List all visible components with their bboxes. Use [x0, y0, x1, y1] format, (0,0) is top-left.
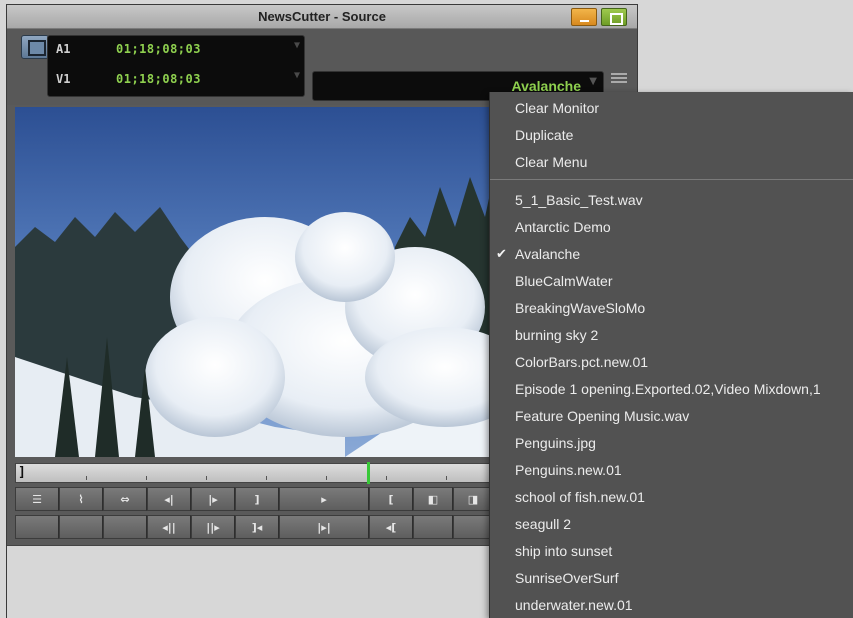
overwrite-button[interactable]: ◨ — [453, 487, 493, 511]
chevron-down-icon[interactable]: ▼ — [294, 70, 300, 81]
menu-item-clip[interactable]: Episode 1 opening.Exported.02,Video Mixd… — [490, 376, 853, 402]
empty-button[interactable] — [59, 515, 103, 539]
tick-mark — [146, 476, 147, 480]
menu-item-clip[interactable]: Penguins.jpg — [490, 430, 853, 456]
window-title: NewsCutter - Source — [258, 9, 386, 24]
go-to-out-button[interactable]: ]◂ — [235, 515, 279, 539]
empty-button[interactable] — [103, 515, 147, 539]
link-button[interactable]: ⌇ — [59, 487, 103, 511]
tick-mark — [206, 476, 207, 480]
title-bar[interactable]: NewsCutter - Source — [7, 5, 637, 29]
step-forward-button[interactable]: |▸ — [191, 487, 235, 511]
menu-item-clip[interactable]: BlueCalmWater — [490, 268, 853, 294]
play-button[interactable]: ▸ — [279, 487, 369, 511]
match-frame-button[interactable]: ⇔ — [103, 487, 147, 511]
menu-item-clip[interactable]: 5_1_Basic_Test.wav — [490, 187, 853, 213]
menu-separator — [490, 179, 853, 180]
menu-item-clip[interactable]: school of fish.new.01 — [490, 484, 853, 510]
minimize-icon[interactable] — [571, 8, 597, 26]
tick-mark — [86, 476, 87, 480]
splice-button[interactable]: ◧ — [413, 487, 453, 511]
maximize-icon[interactable] — [601, 8, 627, 26]
menu-item-clip-checked[interactable]: ✔ Avalanche — [490, 241, 853, 267]
empty-button[interactable] — [453, 515, 493, 539]
chevron-down-icon[interactable]: ▼ — [294, 40, 300, 51]
chevron-down-icon: ▼ — [589, 76, 597, 87]
mark-in-button[interactable]: [ — [369, 487, 413, 511]
menu-item-clip[interactable]: burning sky 2 — [490, 322, 853, 348]
desktop: NewsCutter - Source A1 01;18;08;03 ▼ V1 … — [0, 0, 853, 618]
playhead[interactable] — [367, 462, 370, 484]
mark-out-button[interactable]: ] — [235, 487, 279, 511]
menu-item-clear-monitor[interactable]: Clear Monitor — [490, 95, 853, 121]
menu-item-clip[interactable]: underwater.new.01 — [490, 592, 853, 618]
step-back-10-button[interactable]: ◂|| — [147, 515, 191, 539]
timecode-value: 01;18;08;03 — [116, 42, 201, 56]
monitor-icon[interactable] — [21, 35, 49, 59]
empty-button[interactable] — [413, 515, 453, 539]
hamburger-menu-icon[interactable] — [611, 73, 627, 87]
checkmark-icon: ✔ — [496, 246, 507, 261]
track-label: A1 — [56, 42, 71, 56]
menu-item-clip[interactable]: seagull 2 — [490, 511, 853, 537]
tick-mark — [326, 476, 327, 480]
menu-item-clip[interactable]: ship into sunset — [490, 538, 853, 564]
menu-item-clip[interactable]: Penguins.new.01 — [490, 457, 853, 483]
menu-item-clip[interactable]: SunriseOverSurf — [490, 565, 853, 591]
empty-button[interactable] — [15, 515, 59, 539]
menu-item-clip[interactable]: Feature Opening Music.wav — [490, 403, 853, 429]
go-to-in-button[interactable]: ◂[ — [369, 515, 413, 539]
toggle-source-button[interactable]: ☰ — [15, 487, 59, 511]
timecode-display: A1 01;18;08;03 ▼ V1 01;18;08;03 ▼ — [47, 35, 305, 97]
menu-item-clip[interactable]: Antarctic Demo — [490, 214, 853, 240]
menu-item-duplicate[interactable]: Duplicate — [490, 122, 853, 148]
menu-item-label: Avalanche — [515, 246, 581, 262]
clip-menu-dropdown: Clear Monitor Duplicate Clear Menu 5_1_B… — [489, 92, 853, 618]
play-in-out-button[interactable]: |▸| — [279, 515, 369, 539]
tick-mark — [386, 476, 387, 480]
mark-in-icon: ] — [18, 465, 26, 480]
timecode-value: 01;18;08;03 — [116, 72, 201, 86]
step-back-button[interactable]: ◂| — [147, 487, 191, 511]
step-forward-10-button[interactable]: ||▸ — [191, 515, 235, 539]
menu-item-clip[interactable]: BreakingWaveSloMo — [490, 295, 853, 321]
tick-mark — [446, 476, 447, 480]
menu-item-clear-menu[interactable]: Clear Menu — [490, 149, 853, 175]
track-label: V1 — [56, 72, 71, 86]
menu-item-clip[interactable]: ColorBars.pct.new.01 — [490, 349, 853, 375]
tick-mark — [266, 476, 267, 480]
